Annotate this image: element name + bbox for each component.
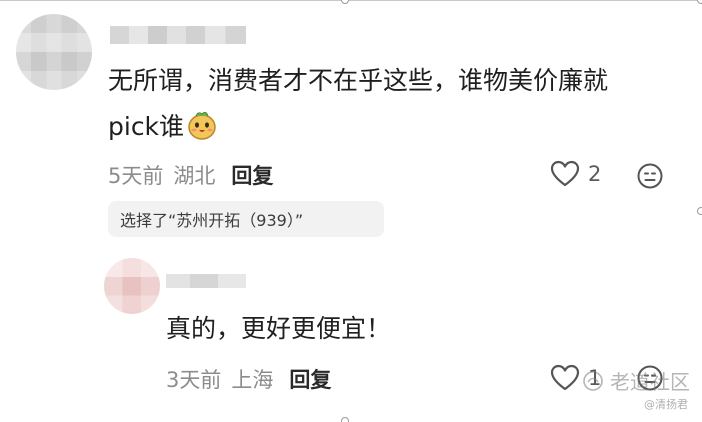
username-blurred-reply[interactable] [166,274,246,288]
reply-time: 3天前 [166,368,222,392]
username-blurred[interactable] [110,26,246,44]
reply-button[interactable]: 回复 [289,368,331,392]
watermark: 老道社区 [582,366,690,395]
meh-face-icon[interactable] [636,162,664,190]
avatar-reply[interactable] [104,258,160,314]
comment-location: 湖北 [173,164,216,188]
comment-time: 5天前 [108,164,164,188]
choice-tag[interactable]: 选择了“苏州开拓（939）” [108,201,384,237]
crop-handle-top[interactable] [341,0,349,4]
like-count: 2 [588,162,602,186]
heart-icon [550,364,580,391]
crop-handle-top-right[interactable] [697,0,702,4]
reply-meta: 3天前 上海 回复 [166,364,341,394]
avatar[interactable] [16,14,92,90]
screenshot-top-border [0,0,702,1]
watermark-author: @清扬君 [644,398,688,411]
comment-text: 无所谓，消费者才不在乎这些，谁物美价廉就 [108,66,609,95]
choice-tag-label: 选择了“苏州开拓（939）” [120,211,304,230]
heart-icon [550,160,580,187]
watermark-text: 老道社区 [610,370,690,394]
reply-text: 真的，更好更便宜！ [166,314,392,343]
reply-button[interactable]: 回复 [231,164,273,188]
comment-text-end: pick谁 [108,112,185,141]
crop-handle-right[interactable] [697,207,702,215]
cute-face-emoji-icon [186,109,218,141]
comment-meta: 5天前 湖北 回复 [108,160,283,190]
watermark-logo-icon [583,370,603,391]
like-button[interactable]: 2 [550,160,601,188]
reply-location: 上海 [231,368,274,392]
crop-handle-bottom[interactable] [341,417,349,422]
comment-text-continued: pick谁 [108,106,218,148]
